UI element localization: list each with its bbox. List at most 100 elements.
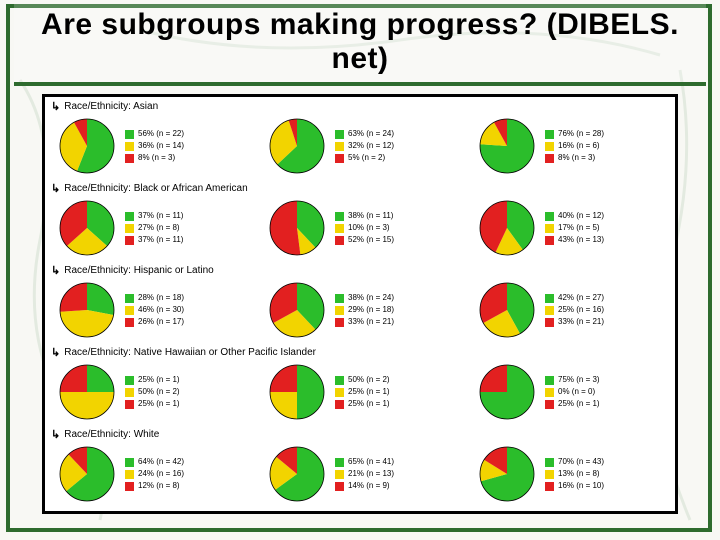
pie-cell: 38% (n = 11)10% (n = 3)52% (n = 15) xyxy=(255,195,465,261)
legend-entry: 70% (n = 43) xyxy=(545,458,604,467)
legend-entry: 13% (n = 8) xyxy=(545,470,604,479)
legend-text: 50% (n = 2) xyxy=(348,376,390,384)
group-row: ↳Race/Ethnicity: White64% (n = 42)24% (n… xyxy=(45,425,675,507)
group-row: ↳ Race/Ethnicity: Hispanic or Latino 28% (… xyxy=(45,261,675,343)
pie-legend: 63% (n = 24) 32% (n = 12) 5% (n = 2) xyxy=(335,130,394,163)
row-arrow-icon: ↳ xyxy=(51,428,60,441)
row-arrow-icon: ↳ xyxy=(51,346,60,359)
legend-text: 17% (n = 5) xyxy=(558,224,600,232)
legend-swatch xyxy=(335,142,344,151)
legend-swatch xyxy=(335,388,344,397)
legend-text: 5% (n = 2) xyxy=(348,154,385,162)
legend-text: 25% (n = 1) xyxy=(348,388,390,396)
pie-chart xyxy=(479,118,535,174)
legend-entry: 33% (n = 21) xyxy=(335,318,394,327)
legend-text: 36% (n = 14) xyxy=(138,142,184,150)
legend-entry: 50% (n = 2) xyxy=(335,376,390,385)
legend-text: 8% (n = 3) xyxy=(138,154,175,162)
legend-text: 56% (n = 22) xyxy=(138,130,184,138)
legend-text: 14% (n = 9) xyxy=(348,482,390,490)
legend-entry: 0% (n = 0) xyxy=(545,388,600,397)
legend-text: 40% (n = 12) xyxy=(558,212,604,220)
legend-swatch xyxy=(125,400,134,409)
pie-legend: 75% (n = 3) 0% (n = 0) 25% (n = 1) xyxy=(545,376,600,409)
legend-swatch xyxy=(545,236,554,245)
legend-entry: 50% (n = 2) xyxy=(125,388,180,397)
pie-cells: 25% (n = 1) 50% (n = 2) 25% (n = 1) 50% (n … xyxy=(45,359,675,425)
legend-text: 28% (n = 18) xyxy=(138,294,184,302)
legend-text: 65% (n = 41) xyxy=(348,458,394,466)
legend-text: 21% (n = 13) xyxy=(348,470,394,478)
legend-entry: 32% (n = 12) xyxy=(335,142,394,151)
pie-legend: 38% (n = 24)29% (n = 18)33% (n = 21) xyxy=(335,294,394,327)
pie-chart xyxy=(269,282,325,338)
legend-entry: 17% (n = 5) xyxy=(545,224,604,233)
legend-text: 29% (n = 18) xyxy=(348,306,394,314)
group-row: ↳Race/Ethnicity: Asian56% (n = 22)36% (n… xyxy=(45,97,675,179)
page-title: Are subgroups making progress? (DIBELS. … xyxy=(14,8,706,76)
legend-text: 0% (n = 0) xyxy=(558,388,595,396)
legend-entry: 75% (n = 3) xyxy=(545,376,600,385)
legend-entry: 28% (n = 18) xyxy=(125,294,184,303)
legend-text: 26% (n = 17) xyxy=(138,318,184,326)
pie-chart xyxy=(269,200,325,256)
legend-text: 25% (n = 1) xyxy=(348,400,390,408)
legend-swatch xyxy=(125,470,134,479)
pie-legend: 42% (n = 27) 25% (n = 16) 33% (n = 21) xyxy=(545,294,604,327)
legend-swatch xyxy=(125,306,134,315)
pie-cell: 75% (n = 3) 0% (n = 0) 25% (n = 1) xyxy=(465,359,675,425)
row-arrow-icon: ↳ xyxy=(51,264,60,277)
pie-cell: 63% (n = 24) 32% (n = 12) 5% (n = 2) xyxy=(255,113,465,179)
legend-entry: 25% (n = 1) xyxy=(335,400,390,409)
pie-cells: 64% (n = 42) 24% (n = 16) 12% (n = 8) 65% (… xyxy=(45,441,675,507)
legend-text: 46% (n = 30) xyxy=(138,306,184,314)
pie-legend: 70% (n = 43)13% (n = 8)16% (n = 10) xyxy=(545,458,604,491)
legend-entry: 25% (n = 16) xyxy=(545,306,604,315)
pie-legend: 76% (n = 28)16% (n = 6)8% (n = 3) xyxy=(545,130,604,163)
legend-entry: 5% (n = 2) xyxy=(335,154,394,163)
pie-cell: 38% (n = 24)29% (n = 18)33% (n = 21) xyxy=(255,277,465,343)
legend-text: 42% (n = 27) xyxy=(558,294,604,302)
chart-table: ↳Race/Ethnicity: Asian56% (n = 22)36% (n… xyxy=(42,94,678,514)
legend-entry: 63% (n = 24) xyxy=(335,130,394,139)
pie-cells: 28% (n = 18)46% (n = 30)26% (n = 17)38% … xyxy=(45,277,675,343)
legend-swatch xyxy=(545,482,554,491)
legend-text: 52% (n = 15) xyxy=(348,236,394,244)
legend-text: 25% (n = 1) xyxy=(558,400,600,408)
legend-entry: 10% (n = 3) xyxy=(335,224,394,233)
legend-swatch xyxy=(545,294,554,303)
legend-text: 32% (n = 12) xyxy=(348,142,394,150)
legend-text: 64% (n = 42) xyxy=(138,458,184,466)
legend-entry: 24% (n = 16) xyxy=(125,470,184,479)
pie-cell: 76% (n = 28)16% (n = 6)8% (n = 3) xyxy=(465,113,675,179)
pie-legend: 40% (n = 12)17% (n = 5)43% (n = 13) xyxy=(545,212,604,245)
legend-text: 33% (n = 21) xyxy=(348,318,394,326)
legend-entry: 27% (n = 8) xyxy=(125,224,183,233)
legend-swatch xyxy=(335,212,344,221)
legend-text: 16% (n = 6) xyxy=(558,142,600,150)
legend-text: 10% (n = 3) xyxy=(348,224,390,232)
group-name: Race/Ethnicity: Hispanic or Latino xyxy=(64,265,214,276)
legend-entry: 12% (n = 8) xyxy=(125,482,184,491)
legend-swatch xyxy=(545,400,554,409)
legend-text: 76% (n = 28) xyxy=(558,130,604,138)
legend-swatch xyxy=(335,318,344,327)
legend-entry: 25% (n = 1) xyxy=(335,388,390,397)
legend-swatch xyxy=(125,482,134,491)
legend-swatch xyxy=(335,470,344,479)
legend-entry: 25% (n = 1) xyxy=(125,400,180,409)
legend-entry: 33% (n = 21) xyxy=(545,318,604,327)
legend-swatch xyxy=(125,130,134,139)
legend-swatch xyxy=(335,294,344,303)
legend-swatch xyxy=(335,224,344,233)
pie-chart xyxy=(479,200,535,256)
legend-swatch xyxy=(545,154,554,163)
group-name: Race/Ethnicity: Black or African America… xyxy=(64,183,247,194)
group-label: ↳Race/Ethnicity: Black or African Americ… xyxy=(45,179,675,195)
legend-entry: 8% (n = 3) xyxy=(125,154,184,163)
pie-chart xyxy=(59,118,115,174)
legend-entry: 42% (n = 27) xyxy=(545,294,604,303)
legend-entry: 29% (n = 18) xyxy=(335,306,394,315)
legend-swatch xyxy=(335,154,344,163)
legend-entry: 14% (n = 9) xyxy=(335,482,394,491)
